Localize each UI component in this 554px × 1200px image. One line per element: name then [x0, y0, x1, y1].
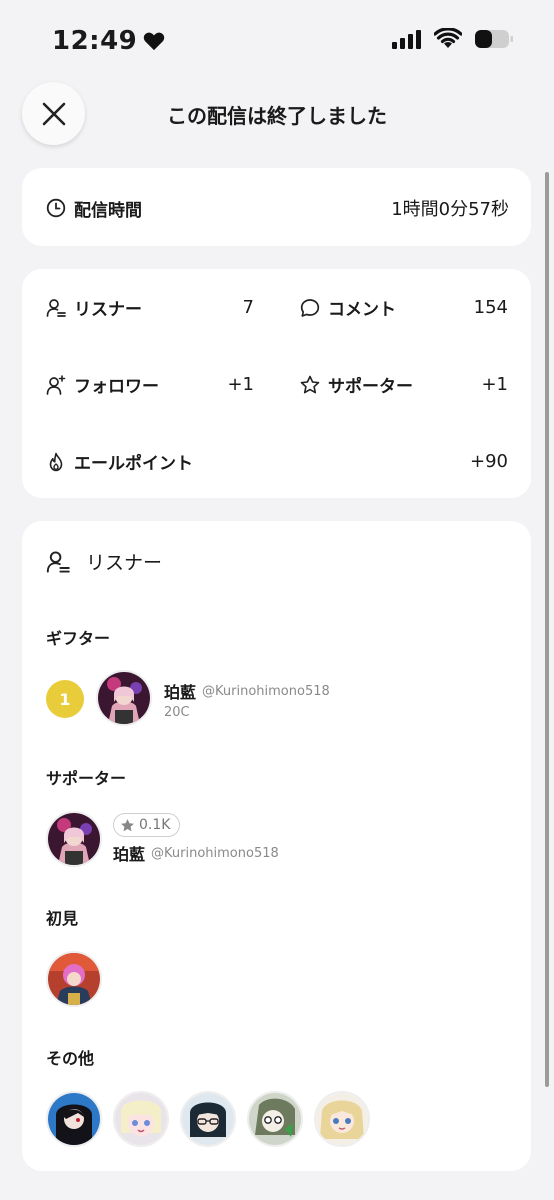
stat-yell-points-label: エールポイント: [74, 454, 193, 474]
avatar[interactable]: [247, 1091, 303, 1147]
supporter-handle: @Kurinohimono518: [151, 845, 279, 861]
status-bar: 12:49: [0, 0, 554, 80]
stat-comments-value: 154: [473, 297, 508, 318]
listeners-card: リスナー ギフター 1 珀藍 @Kurinohimono518 20C サポータ…: [22, 521, 531, 1171]
page-title: この配信は終了しました: [167, 104, 387, 128]
support-level-badge: 0.1K: [113, 813, 181, 837]
header: この配信は終了しました: [0, 82, 554, 146]
stat-followers-value: +1: [227, 374, 254, 395]
stat-followers-label: フォロワー: [74, 377, 159, 397]
stat-supporters: サポーター +1: [300, 372, 508, 397]
avatar[interactable]: [113, 1091, 169, 1147]
stat-supporters-label: サポーター: [328, 377, 413, 397]
support-level-value: 0.1K: [139, 817, 171, 833]
status-time: 12:49: [52, 26, 165, 56]
avatar[interactable]: [314, 1091, 370, 1147]
clock-text: 12:49: [52, 26, 138, 56]
stat-followers: フォロワー +1: [46, 372, 254, 397]
star-icon: [300, 375, 320, 393]
wifi-icon: [434, 28, 462, 48]
duration-label: 配信時間: [74, 200, 142, 221]
stat-comments: コメント 154: [300, 295, 508, 320]
star-filled-icon: [121, 818, 134, 831]
gifter-coins: 20C: [164, 705, 190, 720]
first-time-title: 初見: [46, 909, 79, 928]
stat-listeners-label: リスナー: [74, 300, 142, 320]
avatar[interactable]: [46, 1091, 102, 1147]
others-title: その他: [46, 1049, 95, 1068]
stat-listeners-value: 7: [242, 297, 254, 318]
gifter-title: ギフター: [46, 629, 111, 648]
stat-yell-points-value: +90: [470, 451, 508, 472]
listeners-section-header: リスナー: [46, 548, 162, 575]
avatar[interactable]: [96, 670, 152, 726]
avatar[interactable]: [46, 951, 102, 1007]
stat-yell-points: エールポイント +90: [46, 449, 508, 474]
rank-badge: 1: [46, 680, 84, 718]
supporter-title: サポーター: [46, 769, 127, 788]
duration-card: 配信時間 1時間0分57秒: [22, 168, 531, 246]
follower-add-icon: [46, 374, 66, 395]
clock-icon: [46, 198, 66, 218]
listener-icon: [46, 298, 66, 317]
stat-comments-label: コメント: [328, 300, 396, 320]
listeners-section-title: リスナー: [86, 552, 163, 574]
stat-supporters-value: +1: [481, 374, 508, 395]
stat-listeners: リスナー 7: [46, 295, 254, 320]
heart-icon: [144, 32, 165, 51]
supporter-name: 珀藍: [113, 845, 146, 864]
gifter-name: 珀藍: [164, 683, 197, 702]
cellular-signal-icon: [392, 30, 421, 49]
status-icons: [392, 28, 514, 50]
avatar[interactable]: [180, 1091, 236, 1147]
duration-value: 1時間0分57秒: [391, 199, 509, 220]
avatar[interactable]: [46, 811, 102, 867]
flame-icon: [49, 452, 63, 471]
battery-icon: [475, 30, 513, 48]
stats-card: リスナー 7 コメント 154 フォロワー +1 サポーター +1 エールポイン…: [22, 269, 531, 498]
comment-icon: [300, 298, 320, 317]
gifter-handle: @Kurinohimono518: [202, 683, 330, 699]
listener-icon: [46, 550, 70, 573]
scrollbar[interactable]: [545, 172, 549, 1087]
